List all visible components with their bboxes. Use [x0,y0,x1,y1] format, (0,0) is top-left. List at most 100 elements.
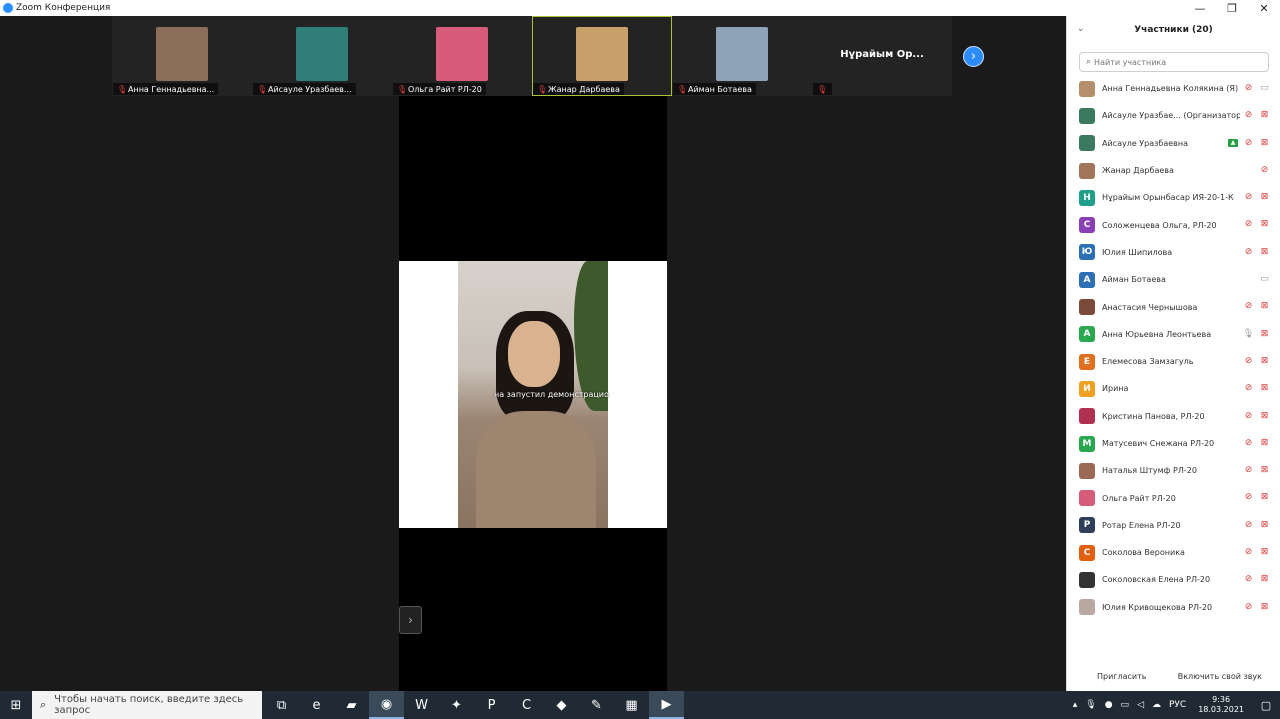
video-tile[interactable]: 🎙 Айман Ботаева [672,16,812,96]
app-feather-icon[interactable]: ✎ [579,691,614,719]
participant-status: ⊘ ⊠ [1238,520,1270,531]
video-tile[interactable]: 🎙 Анна Геннадьевна... [112,16,252,96]
avatar: М [1079,435,1095,452]
participant-row[interactable]: С Соложенцева Ольга, РЛ-20 ⊘ ⊠ [1067,211,1280,238]
muted-mic-icon: ⊘ [1244,137,1253,148]
muted-mic-icon: ⊘ [1244,465,1253,476]
task-view-icon[interactable]: ⧉ [264,691,299,719]
muted-mic-icon: ⊘ [1260,164,1269,175]
participant-row[interactable]: А Анна Юрьевна Леонтьева 🎙 ⊠ [1067,321,1280,348]
side-panel-toggle[interactable]: › [399,606,422,634]
participant-status: ⊘ ⊠ [1238,602,1270,613]
participant-name: Матусевич Снежана РЛ-20 [1102,439,1215,448]
participant-search[interactable]: ⌕ [1079,52,1269,72]
avatar [1079,490,1095,507]
participant-status: ⊘ ⊠ [1238,110,1270,121]
participant-row[interactable]: С Соколова Вероника ⊘ ⊠ [1067,539,1280,566]
language-indicator[interactable]: РУС [1169,700,1186,710]
zoom-app-icon [3,3,13,13]
active-speaker-frame: на запустил демонстрацио [399,261,667,528]
close-button[interactable]: ✕ [1248,0,1280,16]
participant-row[interactable]: Юлия Кривощекова РЛ-20 ⊘ ⊠ [1067,594,1280,621]
participant-status: ▭ [1254,274,1270,285]
minimize-button[interactable]: — [1184,0,1216,16]
muted-mic-icon: ⊘ [1244,574,1253,585]
camera-off-icon: ⊠ [1260,410,1269,421]
participant-row[interactable]: Анна Геннадьевна Колякина (Я) ⊘ ▭ [1067,75,1280,102]
window-controls: — ❐ ✕ [1184,0,1280,16]
muted-mic-icon: ⊘ [1244,301,1253,312]
restore-button[interactable]: ❐ [1216,0,1248,16]
chevron-down-icon[interactable]: ⌄ [1077,24,1085,34]
participant-name: Ольга Райт РЛ-20 [1102,493,1176,503]
taskbar-search[interactable]: ⌕ Чтобы начать поиск, введите здесь запр… [32,691,262,719]
participant-row[interactable]: И Ирина ⊘ ⊠ [1067,375,1280,402]
app-orange-icon[interactable]: ◆ [544,691,579,719]
participant-name: Айсауле Уразбаевна [1102,138,1188,148]
explorer-icon[interactable]: ▰ [334,691,369,719]
invite-button[interactable]: Пригласить [1097,672,1146,681]
edge-icon[interactable]: e [299,691,334,719]
participant-row[interactable]: Наталья Штумф РЛ-20 ⊘ ⊠ [1067,457,1280,484]
participant-name: Наталья Штумф РЛ-20 [1102,466,1197,476]
participant-row[interactable]: Кристина Панова, РЛ-20 ⊘ ⊠ [1067,403,1280,430]
participant-video [716,27,768,81]
taskbar-search-placeholder: Чтобы начать поиск, введите здесь запрос [54,694,244,716]
chrome-icon[interactable]: ◉ [369,691,404,719]
volume-icon[interactable]: ◁ [1137,700,1144,710]
panel-header: ⌄ Участники (20) [1067,16,1280,44]
avatar: Ю [1079,244,1095,261]
video-tile[interactable]: 🎙 Айсауле Уразбаев... [252,16,392,96]
tray-chevron-icon[interactable]: ▴ [1073,700,1078,710]
camera-icon: ▭ [1260,274,1269,285]
word-icon[interactable]: W [404,691,439,719]
participant-row[interactable]: М Матусевич Снежана РЛ-20 ⊘ ⊠ [1067,430,1280,457]
participant-row[interactable]: Е Елемесова Замзагуль ⊘ ⊠ [1067,348,1280,375]
participant-status: 🎙 ⊠ [1238,329,1270,340]
microphone-icon[interactable]: 🎙 [1085,700,1096,710]
participant-video [296,27,348,81]
participant-row[interactable]: Жанар Дарбаева ⊘ [1067,157,1280,184]
participant-row[interactable]: Р Ротар Елена РЛ-20 ⊘ ⊠ [1067,512,1280,539]
participant-status: ⊘ ▭ [1238,83,1270,94]
tile-name-bar: 🎙 Айман Ботаева [673,83,756,95]
clock[interactable]: 9:36 18.03.2021 [1198,695,1244,715]
windows-start-icon[interactable]: ⊞ [0,691,32,719]
avatar [1079,107,1095,124]
windows-taskbar: ⊞ ⌕ Чтобы начать поиск, введите здесь за… [0,691,1280,719]
main-video: на запустил демонстрацио [399,96,667,691]
tile-name-bar: 🎙 Айсауле Уразбаев... [253,83,356,95]
video-tile[interactable]: 🎙 Ольга Райт РЛ-20 [392,16,532,96]
calculator-icon[interactable]: ▦ [614,691,649,719]
unmute-button[interactable]: Включить свой звук [1178,672,1262,681]
app-bird-icon[interactable]: ✦ [439,691,474,719]
zoom-icon[interactable]: ▶ [649,691,684,719]
participant-row[interactable]: А Айман Ботаева ▭ [1067,266,1280,293]
muted-mic-icon: ⊘ [1244,219,1253,230]
tray-app-icon[interactable]: ● [1105,700,1113,710]
participant-row[interactable]: Анастасия Чернышова ⊘ ⊠ [1067,293,1280,320]
participant-row[interactable]: Айсауле Уразбае... (Организатор) ⊘ ⊠ [1067,102,1280,129]
next-page-button[interactable]: › [963,46,984,67]
camera-off-icon: ⊠ [1260,465,1269,476]
camera-off-icon: ⊠ [1260,355,1269,366]
notification-icon[interactable]: ▢ [1252,699,1280,712]
video-tile[interactable]: 🎙 Жанар Дарбаева [532,16,672,96]
clock-date: 18.03.2021 [1198,705,1244,714]
participant-row[interactable]: Ю Юлия Шипилова ⊘ ⊠ [1067,239,1280,266]
cloud-icon[interactable]: ☁ [1152,700,1161,710]
participant-name: Нұрайым Орынбасар ИЯ-20-1-К [1102,193,1234,203]
participant-row[interactable]: Айсауле Уразбаевна ▲ ⊘ ⊠ [1067,130,1280,157]
participant-status: ⊘ ⊠ [1238,192,1270,203]
avatar: А [1079,326,1095,343]
app-c-icon[interactable]: C [509,691,544,719]
participant-row[interactable]: Соколовская Елена РЛ-20 ⊘ ⊠ [1067,566,1280,593]
network-icon[interactable]: ▭ [1121,700,1130,710]
camera-off-icon: ⊠ [1260,328,1269,339]
avatar [1079,162,1095,179]
participant-row[interactable]: Ольга Райт РЛ-20 ⊘ ⊠ [1067,484,1280,511]
participant-row[interactable]: Н Нұрайым Орынбасар ИЯ-20-1-К ⊘ ⊠ [1067,184,1280,211]
powerpoint-icon[interactable]: P [474,691,509,719]
video-tile[interactable]: Нұрайым Ор... 🎙 [812,16,952,96]
participant-search-input[interactable] [1094,57,1255,67]
